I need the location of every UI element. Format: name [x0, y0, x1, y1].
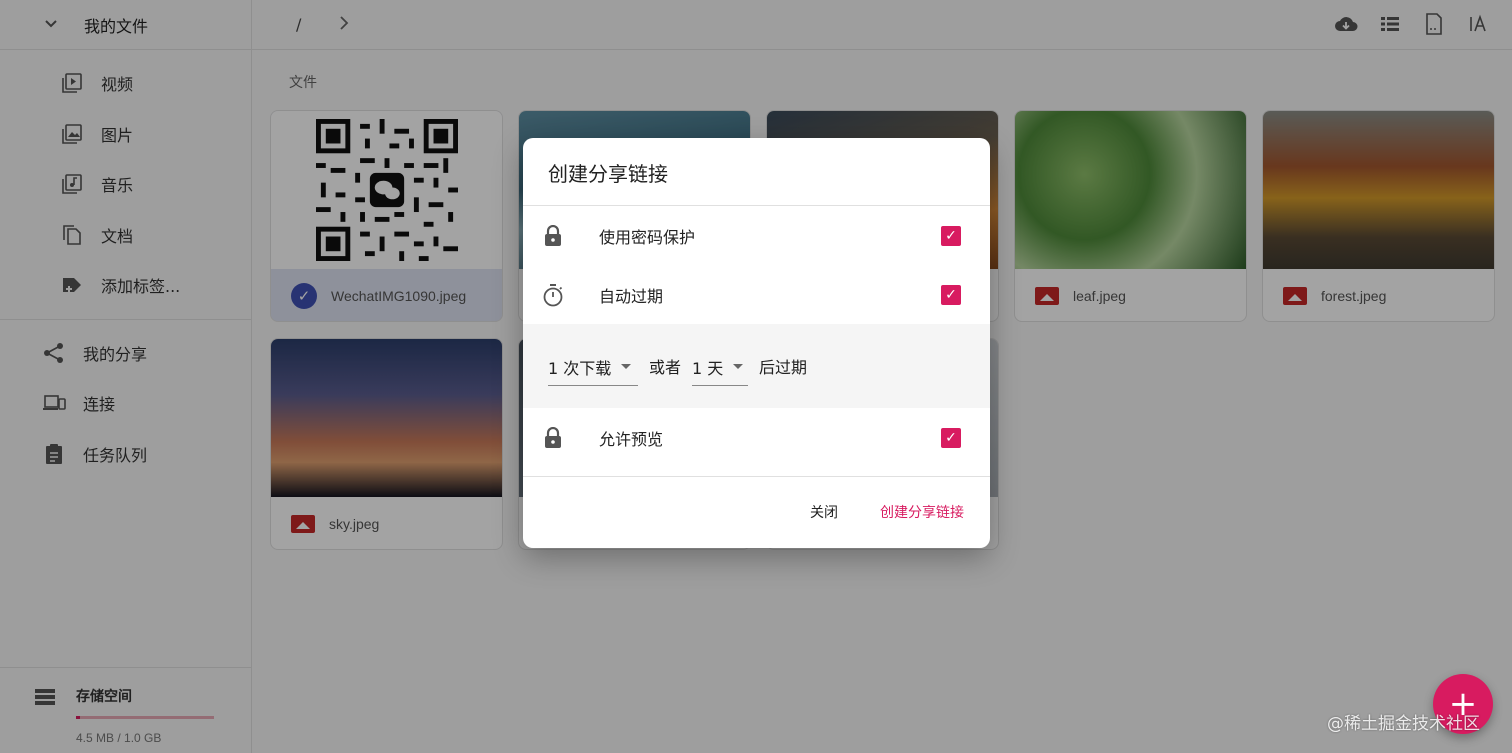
- watermark: @稀土掘金技术社区: [1327, 714, 1480, 734]
- lock-icon: [541, 426, 565, 449]
- downloads-value: 1 次下载: [548, 358, 612, 378]
- option-label: 自动过期: [599, 286, 664, 306]
- days-value: 1 天: [692, 358, 724, 378]
- option-password-protect[interactable]: 使用密码保护 ✓: [523, 206, 990, 265]
- dropdown-caret-icon: [621, 364, 632, 369]
- option-label: 允许预览: [599, 429, 664, 449]
- expire-suffix: 后过期: [759, 358, 808, 377]
- expire-settings-panel: 1 次下载 或者 1 天 后过期: [523, 324, 990, 408]
- dialog-title: 创建分享链接: [523, 138, 990, 206]
- close-button[interactable]: 关闭: [810, 502, 838, 522]
- create-share-link-button[interactable]: 创建分享链接: [880, 502, 964, 522]
- downloads-select[interactable]: 1 次下载: [548, 347, 638, 386]
- or-text: 或者: [649, 358, 682, 377]
- password-checkbox[interactable]: ✓: [941, 225, 961, 246]
- days-select[interactable]: 1 天: [692, 347, 749, 386]
- allow-preview-checkbox[interactable]: ✓: [941, 427, 961, 448]
- share-link-dialog: 创建分享链接 使用密码保护 ✓ 自动过期 ✓ 1 次下载 或者 1 天 后过期 …: [523, 138, 990, 548]
- auto-expire-checkbox[interactable]: ✓: [941, 284, 961, 305]
- option-label: 使用密码保护: [599, 227, 696, 247]
- dialog-actions: 关闭 创建分享链接: [523, 476, 990, 548]
- timer-icon: [541, 283, 565, 307]
- option-auto-expire[interactable]: 自动过期 ✓: [523, 265, 990, 324]
- option-allow-preview[interactable]: 允许预览 ✓: [523, 408, 990, 467]
- dropdown-caret-icon: [733, 364, 744, 369]
- lock-icon: [541, 224, 565, 247]
